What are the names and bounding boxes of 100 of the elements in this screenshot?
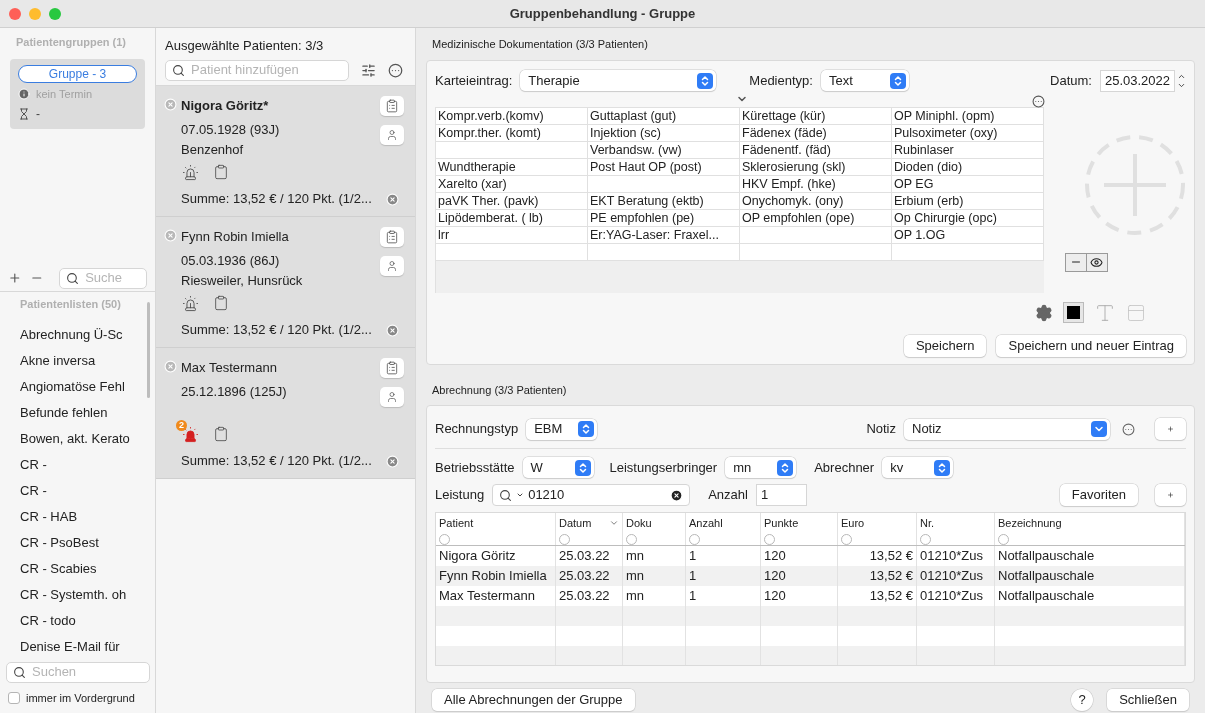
list-item[interactable]: CR - [0,477,146,504]
filter-icon[interactable] [559,533,570,545]
shortcut-item[interactable]: Wundtherapie [438,159,516,174]
shortcut-item[interactable]: Kürettage (kür) [742,108,826,123]
remove-icon[interactable] [164,229,177,242]
record-button[interactable] [380,358,404,378]
list-item[interactable]: CR - HAB [0,503,146,530]
group-card[interactable]: Gruppe - 3 kein Termin - [10,58,145,129]
filter-icon[interactable] [998,533,1009,545]
column-header[interactable]: Bezeichnung [998,515,1062,532]
eye-button[interactable] [1086,252,1108,272]
column-header[interactable]: Euro [841,515,865,532]
shortcut-item[interactable]: Fädenex (fäde) [742,125,827,140]
shortcut-item[interactable]: OP Miniphl. (opm) [894,108,995,123]
patient-name[interactable]: Nigora Göritz* [181,96,380,116]
count-field[interactable]: 1 [755,484,807,506]
list-item[interactable]: Angiomatöse Fehl [0,373,146,400]
note-select[interactable]: Notiz [904,418,1110,440]
help-button[interactable]: ? [1071,689,1094,711]
column-header[interactable]: Doku [626,515,652,532]
entry-select[interactable]: Therapie [520,70,717,91]
shortcut-item[interactable]: Fädenentf. (fäd) [742,142,831,157]
record-button[interactable] [380,96,404,116]
patient-name[interactable]: Fynn Robin Imiella [181,227,380,247]
shortcut-item[interactable]: lrr [438,227,450,242]
save-new-button[interactable]: Speichern und neuer Eintrag [996,334,1186,357]
list-item[interactable]: Bowen, akt. Kerato [0,425,146,452]
shortcut-item[interactable]: Guttaplast (gut) [590,108,677,123]
filter-icon[interactable] [626,533,637,545]
list-item[interactable]: Abrechnung Ü-Sc [0,321,146,348]
more-icon[interactable] [1122,422,1135,436]
shortcut-item[interactable]: Rubinlaser [894,142,954,157]
search-icon[interactable] [499,488,513,502]
clear-icon[interactable] [670,488,684,502]
column-header[interactable]: Patient [439,515,474,532]
site-select[interactable]: W [522,457,594,478]
shortcut-item[interactable]: Pulsoximeter (oxy) [894,125,998,140]
patient-button[interactable] [380,256,404,276]
settings-icon[interactable] [1035,303,1053,322]
list-item[interactable]: CR - todo [0,607,146,634]
column-header[interactable]: Anzahl [689,515,723,532]
remove-icon[interactable] [164,360,177,373]
list-item[interactable]: Denise E-Mail für [0,633,146,660]
list-item[interactable]: CR - [0,451,146,478]
patient-card[interactable]: Fynn Robin Imiella 05.03.1936 (86J) Riesweiler, Hunsrück Summe: 13,52 € / 120 Pkt. (1/2... [156,217,415,348]
shortcut-item[interactable]: Op Chirurgie (opc) [894,210,997,225]
filter-icon[interactable] [920,533,931,545]
column-header[interactable]: Datum [559,515,592,532]
shortcut-item[interactable]: OP 1.OG [894,227,946,242]
provider-select[interactable]: mn [725,457,797,478]
column-header[interactable]: Punkte [764,515,799,532]
save-button[interactable]: Speichern [903,334,987,357]
record-button[interactable] [380,227,404,247]
biller-select[interactable]: kv [882,457,954,478]
patient-button[interactable] [380,387,404,407]
list-item[interactable]: CR - Systemth. oh [0,581,146,608]
patient-button[interactable] [380,125,404,145]
chevron-down-icon[interactable] [516,491,525,499]
clipboard-icon[interactable] [213,164,229,180]
siren-icon[interactable] [181,163,199,181]
shortcut-item[interactable]: Erbium (erb) [894,193,964,208]
shortcut-item[interactable]: Onychomyk. (ony) [742,193,844,208]
sliders-icon[interactable] [361,62,376,78]
filter-icon[interactable] [439,533,450,545]
shortcut-item[interactable]: OP EG [894,176,934,191]
shortcut-item[interactable]: Injektion (sc) [590,125,661,140]
remove-icon[interactable] [164,98,177,111]
list-item[interactable]: CR - PsoBest [0,529,146,556]
siren-icon[interactable] [181,294,199,312]
shortcut-item[interactable]: EKT Beratung (ektb) [590,193,704,208]
scrollbar[interactable] [147,301,150,398]
clipboard-icon[interactable] [213,295,229,311]
shortcut-item[interactable]: Kompr.ther. (komt) [438,125,541,140]
close-dialog-button[interactable]: Schließen [1107,689,1189,711]
zoom-button[interactable] [49,7,61,20]
shortcut-item[interactable]: Er:YAG-Laser: Fraxel... [590,227,719,242]
shortcut-item[interactable]: OP empfohlen (ope) [742,210,855,225]
shortcut-item[interactable]: Dioden (dio) [894,159,963,174]
column-header[interactable]: Nr. [920,515,935,532]
media-select[interactable]: Text [820,70,909,91]
checkbox[interactable] [8,691,20,704]
shortcut-item[interactable]: PE empfohlen (pe) [590,210,695,225]
list-item[interactable]: CR - Scabies [0,555,146,582]
shortcut-item[interactable]: Post Haut OP (post) [590,159,702,174]
date-field[interactable]: 25.03.2022 [1099,69,1175,92]
patient-card[interactable]: Nigora Göritz* 07.05.1928 (93J) Benzenhof Summe: 13,52 € / 120 Pkt. (1/2... [156,86,415,217]
clipboard-icon[interactable] [213,426,229,442]
more-icon[interactable] [1032,94,1045,108]
patient-name[interactable]: Max Testermann [181,358,380,378]
group-name[interactable]: Gruppe - 3 [18,64,137,83]
shortcut-item[interactable]: paVK Ther. (pavk) [438,193,539,208]
more-icon[interactable] [388,62,403,78]
color-swatch[interactable] [1063,302,1084,323]
invoice-type-select[interactable]: EBM [526,418,598,440]
shortcut-item[interactable]: Lipödemberat. ( lb) [438,210,543,225]
shortcut-item[interactable]: Sklerosierung (skl) [742,159,846,174]
patient-card[interactable]: Max Testermann 25.12.1896 (125J) 2 Summe: 13,52 € / 120 Pkt. (1/2... [156,348,415,479]
favorites-button[interactable]: Favoriten [1059,484,1138,506]
add-icon[interactable] [8,271,22,285]
all-billing-button[interactable]: Alle Abrechnungen der Gruppe [432,689,635,711]
